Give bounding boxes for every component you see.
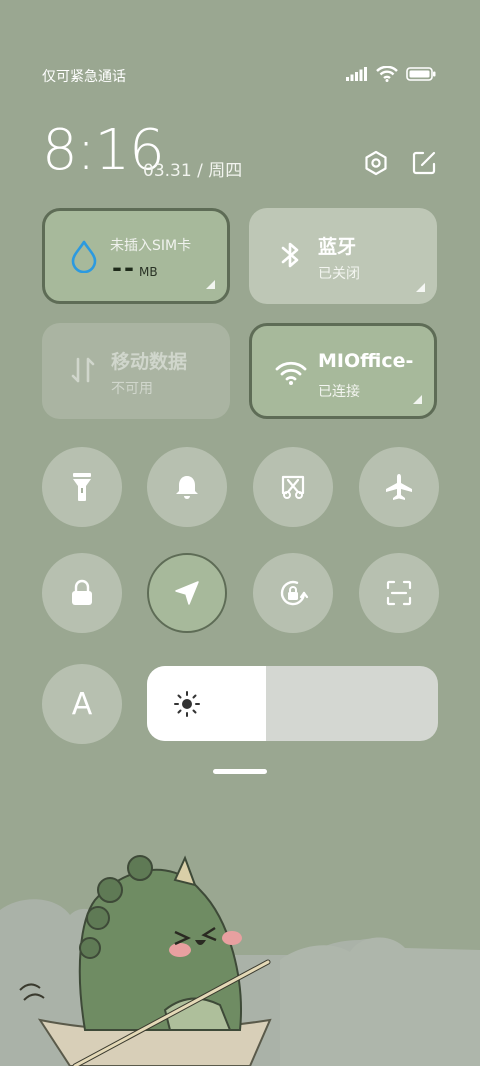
flashlight-icon bbox=[73, 473, 91, 501]
screenshot-icon bbox=[281, 475, 305, 499]
brightness-slider[interactable] bbox=[147, 666, 438, 741]
signal-icon bbox=[346, 67, 367, 81]
airplane-mode-toggle[interactable] bbox=[359, 447, 439, 527]
rotation-lock-icon bbox=[280, 580, 309, 606]
status-bar: 仅可紧急通话 bbox=[0, 60, 480, 92]
mute-toggle[interactable] bbox=[147, 447, 227, 527]
location-icon bbox=[175, 581, 199, 605]
tile-expand-corner bbox=[413, 395, 422, 404]
bell-icon bbox=[176, 476, 198, 499]
scanner-toggle[interactable] bbox=[359, 553, 439, 633]
wifi-icon bbox=[275, 361, 307, 385]
mobile-data-title: 移动数据 bbox=[111, 351, 188, 373]
lock-screen-toggle[interactable] bbox=[42, 553, 122, 633]
sun-icon bbox=[174, 691, 200, 717]
wifi-network-name: MIOffice- bbox=[318, 350, 414, 372]
edit-icon[interactable] bbox=[411, 150, 437, 176]
wifi-status: 已连接 bbox=[318, 384, 360, 400]
brightness-fill bbox=[147, 666, 267, 741]
location-toggle[interactable] bbox=[147, 553, 227, 633]
settings-icon[interactable] bbox=[363, 150, 389, 176]
mobile-data-tile[interactable]: 移动数据 不可用 bbox=[42, 323, 230, 419]
data-arrows-icon bbox=[71, 357, 95, 383]
sim-title: 未插入SIM卡 bbox=[110, 238, 192, 254]
rotation-lock-toggle[interactable] bbox=[253, 553, 333, 633]
battery-icon bbox=[406, 67, 436, 81]
sim-data-unit: MB bbox=[139, 265, 158, 279]
scan-icon bbox=[386, 580, 412, 606]
bluetooth-icon bbox=[281, 242, 299, 268]
wallpaper-illustration bbox=[0, 855, 480, 1066]
sim-data-tile[interactable]: 未插入SIM卡 -- MB bbox=[42, 208, 230, 304]
lock-icon bbox=[72, 579, 92, 605]
font-button-label: A bbox=[71, 686, 93, 722]
water-drop-icon bbox=[71, 240, 97, 273]
font-size-button[interactable]: A bbox=[42, 664, 122, 744]
flashlight-toggle[interactable] bbox=[42, 447, 122, 527]
clock-header: 8:16 03.31 / 周四 bbox=[42, 118, 438, 188]
bluetooth-tile[interactable]: 蓝牙 已关闭 bbox=[249, 208, 437, 304]
airplane-icon bbox=[386, 474, 412, 500]
bluetooth-title: 蓝牙 bbox=[318, 236, 357, 258]
bluetooth-status: 已关闭 bbox=[318, 266, 360, 282]
mobile-data-status: 不可用 bbox=[111, 381, 153, 397]
date-text: 03.31 / 周四 bbox=[143, 161, 243, 181]
tile-expand-corner bbox=[416, 283, 425, 292]
wifi-icon bbox=[376, 66, 398, 82]
tile-expand-corner bbox=[206, 280, 215, 289]
panel-handle[interactable] bbox=[213, 769, 267, 774]
sim-data-value: -- bbox=[112, 254, 136, 282]
screenshot-toggle[interactable] bbox=[253, 447, 333, 527]
carrier-status-text: 仅可紧急通话 bbox=[42, 69, 126, 85]
wifi-tile[interactable]: MIOffice- 已连接 bbox=[249, 323, 437, 419]
